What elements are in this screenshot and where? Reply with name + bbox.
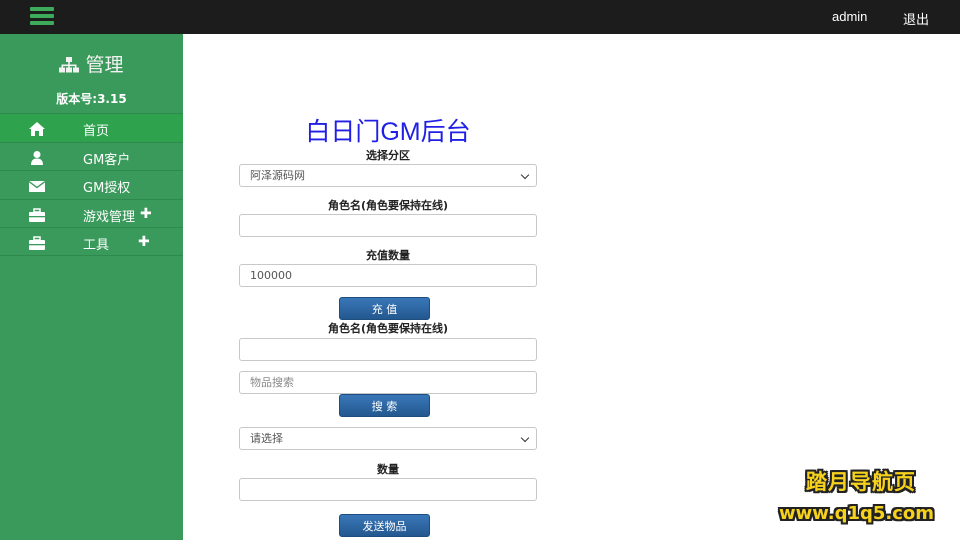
item-search-input[interactable]: 物品搜索: [239, 371, 537, 394]
role2-label: 角色名(角色要保持在线): [327, 322, 449, 335]
server-select[interactable]: 阿泽源码网: [239, 164, 537, 187]
sidebar-menu: 首页 GM客户 GM授权 游戏管理 ✚ 工具 ✚: [0, 113, 183, 256]
expand-plus-icon[interactable]: ✚: [138, 234, 150, 250]
sidebar-item-label: GM授权: [83, 181, 131, 196]
watermark-title: 踏月导航页: [806, 470, 916, 494]
sidebar: 管理 版本号:3.15 首页 GM客户 GM授权 游戏管理 ✚ 工具 ✚: [0, 34, 183, 540]
item-select-value: 请选择: [250, 432, 283, 445]
user-icon: [29, 150, 45, 165]
sidebar-item-tools[interactable]: 工具 ✚: [0, 227, 183, 256]
role-name-input[interactable]: [239, 214, 537, 237]
recharge-button[interactable]: 充 值: [339, 297, 430, 320]
current-user: admin: [832, 9, 868, 24]
item-search-placeholder: 物品搜索: [250, 376, 294, 389]
recharge-amount-value: 100000: [250, 269, 292, 282]
sitemap-icon: [59, 56, 80, 78]
amount-label: 充值数量: [366, 249, 410, 262]
quantity-label: 数量: [377, 463, 399, 476]
sidebar-item-game-management[interactable]: 游戏管理 ✚: [0, 198, 183, 228]
sidebar-title: 管理: [0, 50, 183, 78]
expand-plus-icon[interactable]: ✚: [140, 206, 152, 222]
quantity-input[interactable]: [239, 478, 537, 501]
sidebar-item-gm-clients[interactable]: GM客户: [0, 141, 183, 171]
logout-link[interactable]: 退出: [903, 9, 929, 28]
send-item-button[interactable]: 发送物品: [339, 514, 430, 537]
item-select[interactable]: 请选择: [239, 427, 537, 450]
home-icon: [29, 121, 45, 136]
server-select-value: 阿泽源码网: [250, 169, 305, 182]
watermark-url: www.q1q5.com: [779, 503, 935, 524]
sidebar-item-gm-auth[interactable]: GM授权: [0, 170, 183, 199]
sidebar-item-label: 游戏管理: [83, 209, 136, 225]
server-label: 选择分区: [366, 149, 410, 162]
search-button[interactable]: 搜 索: [339, 394, 430, 417]
sidebar-item-label: GM客户: [83, 152, 131, 168]
top-bar: admin 退出: [0, 0, 960, 34]
recharge-amount-input[interactable]: 100000: [239, 264, 537, 287]
version-label: 版本号:3.15: [56, 92, 127, 106]
sidebar-item-home[interactable]: 首页: [0, 113, 183, 142]
menu-toggle-icon[interactable]: [30, 7, 54, 26]
role-label: 角色名(角色要保持在线): [327, 199, 449, 212]
page-title: 白日门GM后台: [305, 118, 471, 146]
briefcase-icon: [29, 235, 45, 250]
envelope-icon: [28, 178, 46, 192]
sidebar-item-label: 首页: [83, 124, 110, 139]
briefcase-icon: [29, 207, 45, 222]
sidebar-item-label: 工具: [83, 238, 110, 253]
role-name-input-2[interactable]: [239, 338, 537, 361]
sidebar-title-text: 管理: [85, 54, 124, 76]
